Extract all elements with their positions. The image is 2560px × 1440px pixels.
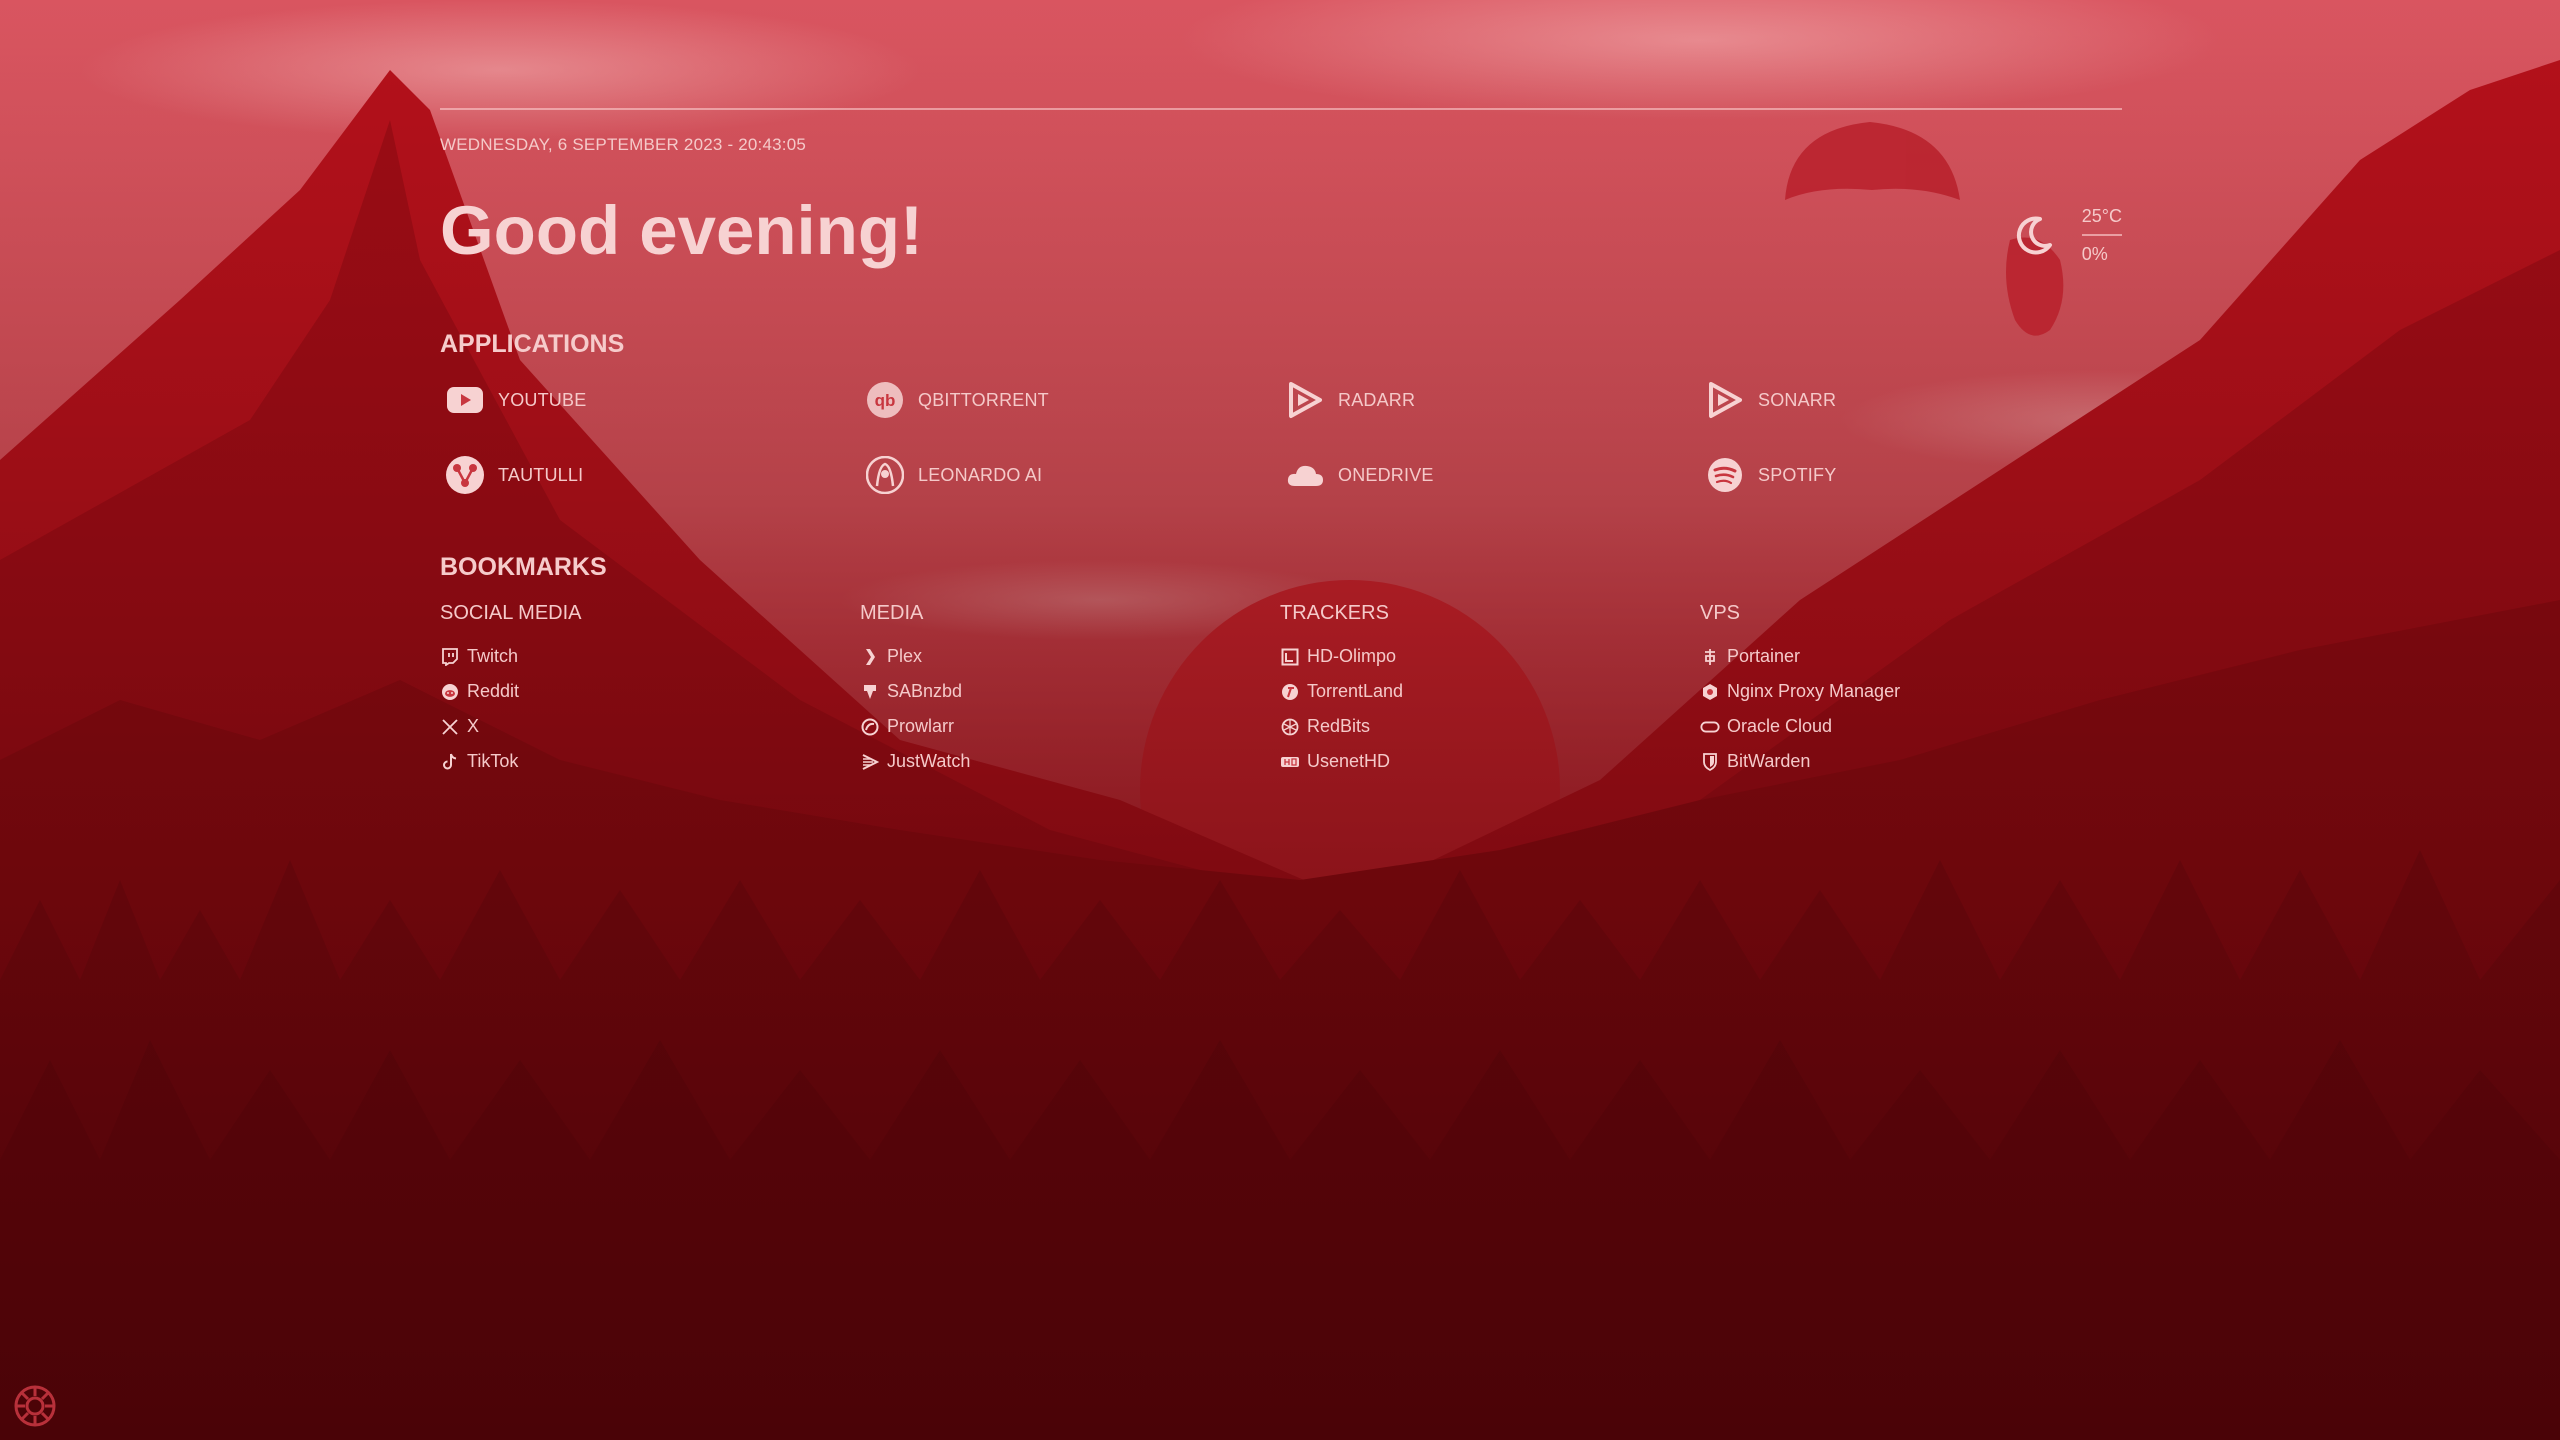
greeting-row: Good evening! 25°C 0%: [440, 155, 2122, 269]
bookmark-label: X: [467, 716, 480, 736]
sabnzbd-icon: [864, 684, 876, 699]
bookmark-group-trackers: TRACKERS HD-Olimpo TorrentLand RedBits U…: [1280, 602, 1700, 779]
bookmark-group-title: TRACKERS: [1280, 602, 1389, 624]
app-label: LEONARDO AI: [918, 464, 1043, 485]
svg-text:qb: qb: [875, 391, 896, 410]
bookmark-label: TorrentLand: [1307, 681, 1404, 701]
bookmark-tiktok[interactable]: TikTok: [440, 744, 860, 779]
bookmark-label: RedBits: [1307, 716, 1371, 736]
app-qbittorrent[interactable]: qb QBITTORRENT: [860, 378, 1280, 422]
reddit-icon: [442, 683, 458, 700]
nginx-proxy-manager-icon: [1703, 683, 1717, 700]
tiktok-icon: [443, 753, 457, 769]
bookmark-group-title: VPS: [1700, 602, 1741, 624]
bookmark-group-media: MEDIA Plex SABnzbd Prowlarr JustWatch: [860, 602, 1280, 779]
applications-grid: YOUTUBE qb QBITTORRENT RADARR SONARR TAU…: [440, 378, 2122, 497]
sonarr-icon: [1709, 382, 1742, 418]
bookmark-label: UsenetHD: [1307, 751, 1391, 771]
bookmark-portainer[interactable]: Portainer: [1700, 639, 2120, 674]
app-label: SPOTIFY: [1758, 464, 1837, 485]
app-label: RADARR: [1338, 389, 1416, 410]
app-tautulli[interactable]: TAUTULLI: [440, 453, 860, 497]
qbittorrent-icon: qb: [867, 382, 903, 418]
bookmark-sabnzbd[interactable]: SABnzbd: [860, 674, 1280, 709]
bookmark-bitwarden[interactable]: BitWarden: [1700, 744, 2120, 779]
bookmark-label: Twitch: [467, 646, 519, 666]
bookmark-plex[interactable]: Plex: [860, 639, 1280, 674]
justwatch-icon: [862, 753, 879, 770]
app-label: TAUTULLI: [498, 464, 584, 485]
bookmark-group-title: SOCIAL MEDIA: [440, 602, 582, 624]
bookmark-group-title: MEDIA: [860, 602, 924, 624]
twitch-icon: [442, 647, 458, 666]
weather-widget: 25°C 0%: [2010, 207, 2122, 263]
bookmark-prowlarr[interactable]: Prowlarr: [860, 709, 1280, 744]
app-leonardo-ai[interactable]: LEONARDO AI: [860, 453, 1280, 497]
app-label: QBITTORRENT: [918, 389, 1049, 410]
bookmark-torrentland[interactable]: TorrentLand: [1280, 674, 1700, 709]
dashboard: WEDNESDAY, 6 SEPTEMBER 2023 - 20:43:05 G…: [440, 108, 2122, 771]
bookmark-label: BitWarden: [1727, 751, 1811, 771]
bookmark-label: Reddit: [467, 681, 520, 701]
bookmark-group-vps: VPS Portainer Nginx Proxy Manager Oracle…: [1700, 602, 2120, 779]
bookmark-group-social-media: SOCIAL MEDIA Twitch Reddit X TikTok: [440, 602, 860, 779]
weather-precipitation: 0%: [2081, 244, 2108, 264]
bookmark-label: Plex: [887, 646, 923, 666]
bookmark-label: TikTok: [467, 751, 519, 771]
bookmark-redbits[interactable]: RedBits: [1280, 709, 1700, 744]
prowlarr-icon: [861, 718, 879, 735]
app-onedrive[interactable]: ONEDRIVE: [1280, 453, 1700, 497]
applications-title: APPLICATIONS: [440, 330, 625, 358]
bookmark-nginx-proxy-manager[interactable]: Nginx Proxy Manager: [1700, 674, 2120, 709]
tautulli-icon: [446, 456, 484, 494]
bookmark-label: Oracle Cloud: [1727, 716, 1833, 736]
oracle-cloud-icon: [1700, 721, 1720, 732]
bookmark-twitch[interactable]: Twitch: [440, 639, 860, 674]
app-label: YOUTUBE: [498, 389, 587, 410]
greeting-title: Good evening!: [440, 192, 923, 269]
bookmark-usenethd[interactable]: UsenetHD: [1280, 744, 1700, 779]
gear-icon[interactable]: [13, 1384, 57, 1428]
bookmark-justwatch[interactable]: JustWatch: [860, 744, 1280, 779]
torrentland-icon: [1282, 683, 1298, 700]
moon-icon: [2016, 216, 2052, 255]
radarr-icon: [1289, 382, 1322, 418]
hd-olimpo-icon: [1281, 648, 1299, 665]
bookmark-oracle-cloud[interactable]: Oracle Cloud: [1700, 709, 2120, 744]
x-icon: [442, 718, 458, 735]
usenethd-icon: [1281, 756, 1299, 767]
spotify-icon: [1708, 458, 1742, 492]
redbits-icon: [1281, 718, 1299, 735]
weather-temperature: 25°C: [2081, 207, 2122, 236]
bookmarks-grid: SOCIAL MEDIA Twitch Reddit X TikTok MEDI…: [440, 602, 2120, 779]
bookmark-label: Prowlarr: [887, 716, 955, 736]
bookmark-reddit[interactable]: Reddit: [440, 674, 860, 709]
app-radarr[interactable]: RADARR: [1280, 378, 1700, 422]
onedrive-icon: [1287, 465, 1323, 486]
bookmark-x[interactable]: X: [440, 709, 860, 744]
leonardo-ai-icon: [866, 456, 904, 494]
app-label: SONARR: [1758, 389, 1837, 410]
youtube-icon: [447, 387, 483, 413]
bookmark-label: Portainer: [1727, 646, 1801, 666]
plex-icon: [866, 648, 875, 665]
bookmark-label: HD-Olimpo: [1307, 646, 1397, 666]
bookmarks-title: BOOKMARKS: [440, 553, 607, 581]
date-time: WEDNESDAY, 6 SEPTEMBER 2023 - 20:43:05: [440, 135, 807, 154]
bitwarden-icon: [1703, 752, 1717, 771]
bookmark-label: Nginx Proxy Manager: [1727, 681, 1901, 701]
app-youtube[interactable]: YOUTUBE: [440, 378, 860, 422]
bookmark-label: JustWatch: [887, 751, 971, 771]
bookmark-hd-olimpo[interactable]: HD-Olimpo: [1280, 639, 1700, 674]
bookmark-label: SABnzbd: [887, 681, 963, 701]
app-spotify[interactable]: SPOTIFY: [1700, 453, 2120, 497]
app-sonarr[interactable]: SONARR: [1700, 378, 2120, 422]
portainer-icon: [1705, 648, 1715, 665]
app-label: ONEDRIVE: [1338, 464, 1434, 485]
top-divider: [440, 108, 2122, 110]
